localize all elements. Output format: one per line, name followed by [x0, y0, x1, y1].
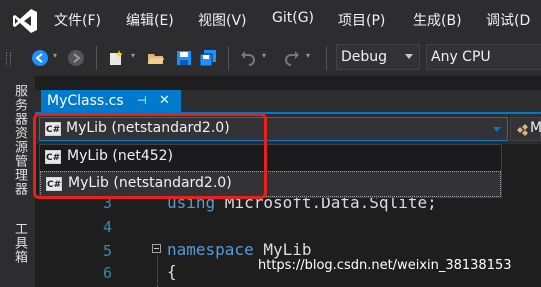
menu-view[interactable]: 视图(V) [198, 10, 247, 30]
outline-guide [157, 256, 159, 287]
undo-dropdown-icon[interactable]: ▾ [262, 52, 270, 60]
toolbar-separator [228, 46, 229, 70]
solution-platform-select[interactable]: Any CPU [426, 44, 541, 70]
menu-project[interactable]: 项目(P) [338, 10, 385, 30]
line-number: 5 [103, 242, 113, 260]
back-dropdown-icon[interactable]: ▾ [53, 52, 61, 60]
type-selector-value: M [530, 120, 541, 136]
save-icon[interactable] [174, 48, 194, 68]
code-line: { [167, 262, 177, 281]
side-tool-strip: 服务器资源管理器 工具箱 [0, 76, 35, 287]
collapse-toggle-icon[interactable] [152, 244, 161, 253]
undo-icon[interactable] [238, 48, 258, 68]
toolbar-separator [326, 46, 327, 70]
navigate-back-icon[interactable] [30, 48, 50, 68]
code-line: namespace MyLib [167, 240, 312, 259]
type-selector[interactable]: M [510, 117, 541, 141]
highlight-annotation [33, 113, 267, 199]
menu-build[interactable]: 生成(B) [413, 10, 462, 30]
menu-edit[interactable]: 编辑(E) [126, 10, 174, 30]
menu-git[interactable]: Git(G) [272, 10, 314, 26]
tab-myclass-cs[interactable]: MyClass.cs ⊣ ✕ [41, 90, 181, 112]
pin-icon[interactable]: ⊣ [137, 94, 147, 107]
chevron-down-icon [405, 54, 413, 59]
line-number: 4 [103, 218, 113, 236]
redo-dropdown-icon[interactable]: ▾ [306, 52, 314, 60]
save-all-icon[interactable] [198, 48, 218, 68]
tab-title: MyClass.cs [47, 93, 124, 109]
class-icon [517, 124, 528, 136]
solution-configuration-select[interactable]: Debug [336, 44, 420, 70]
new-dropdown-icon[interactable]: ▾ [131, 52, 139, 60]
toolbar: ▾ ▾ ▾ ▾ Debug Any CPU [0, 40, 541, 76]
navigate-forward-icon[interactable] [66, 48, 86, 68]
menu-bar: 文件(F) 编辑(E) 视图(V) Git(G) 项目(P) 生成(B) 调试(… [0, 0, 541, 40]
toolbar-grip[interactable] [6, 52, 11, 66]
configuration-value: Debug [341, 49, 388, 65]
visual-studio-logo-icon [13, 9, 37, 33]
open-folder-icon[interactable] [146, 48, 166, 68]
new-project-icon[interactable] [106, 48, 126, 68]
toolbox-tab[interactable]: 工具箱 [10, 222, 29, 264]
platform-value: Any CPU [431, 49, 491, 65]
toolbar-separator [96, 46, 97, 70]
chevron-down-icon[interactable] [493, 127, 501, 132]
redo-icon[interactable] [282, 48, 302, 68]
close-icon[interactable]: ✕ [159, 93, 170, 108]
menu-file[interactable]: 文件(F) [54, 10, 101, 30]
watermark: https://blog.csdn.net/weixin_38138153 [258, 258, 512, 273]
line-number: 6 [103, 264, 113, 282]
server-explorer-tab[interactable]: 服务器资源管理器 [10, 84, 29, 196]
menu-debug[interactable]: 调试(D [486, 10, 530, 30]
